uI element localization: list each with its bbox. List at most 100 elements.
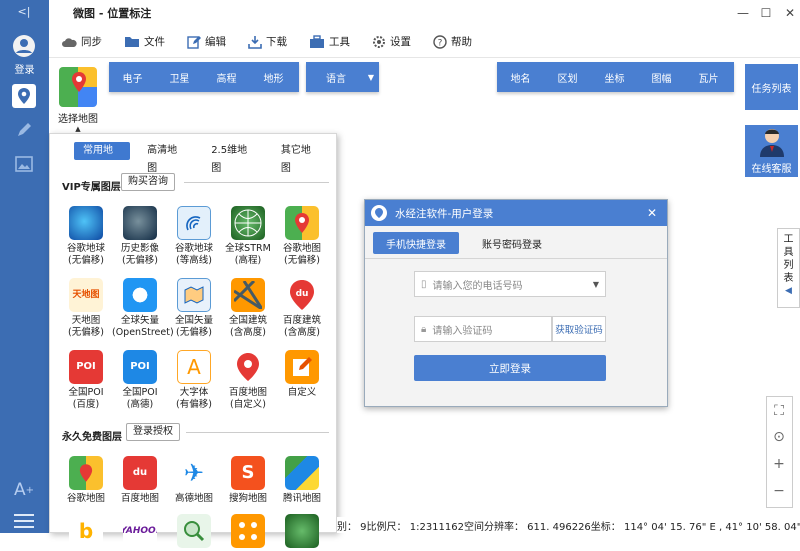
location-marker-icon[interactable] [12, 84, 36, 108]
user-avatar-icon[interactable] [12, 34, 36, 58]
get-code-button[interactable]: 获取验证码 [552, 316, 606, 342]
tab-phone-login[interactable]: 手机快捷登录 [373, 232, 459, 254]
poi-baidu-icon: POI [69, 350, 103, 384]
zoom-out-icon[interactable]: − [766, 478, 792, 504]
gear-icon [373, 35, 385, 48]
status-coordinates: 坐标： 114° 04' 15. 76" E , 41° 10' 58. 04"… [590, 521, 800, 533]
dialog-close-icon[interactable]: ✕ [647, 206, 657, 220]
collapse-sidebar-icon[interactable]: <| [12, 2, 36, 20]
draw-pencil-icon[interactable] [12, 118, 36, 142]
vip-item-custom[interactable]: 自定义 [274, 350, 330, 399]
title-bar: 微图 - 位置标注 — ☐ ✕ [49, 0, 800, 26]
close-icon[interactable]: ✕ [780, 4, 800, 22]
vip-item-poi-baidu[interactable]: POI 全国POI (百度) [58, 350, 114, 411]
divider [365, 258, 667, 259]
vip-item-openstreet[interactable]: 全球矢量 (OpenStreet) [112, 278, 174, 339]
world-globe-icon [285, 514, 319, 548]
language-button[interactable]: 语言 ▼ [306, 62, 379, 92]
dots-grid-icon [231, 514, 265, 548]
login-link[interactable]: 登录 [0, 61, 49, 76]
sogou-icon: S [231, 456, 265, 490]
verification-code-field[interactable]: 🔒︎ 请输入验证码 [414, 316, 552, 342]
app-logo-icon [371, 205, 387, 221]
select-map-button[interactable]: 选择地图 ▲ [56, 67, 100, 133]
vip-item-tianditu[interactable]: 天地图 天地图 (无偏移) [58, 278, 114, 339]
custom-edit-icon [285, 350, 319, 384]
image-icon[interactable] [12, 152, 36, 176]
baidu-custom-pin-icon [231, 350, 265, 384]
divider [186, 432, 329, 433]
status-bar: 别： 9 比例尺： 1:2311162 空间分辨率： 611. 496226 坐… [337, 517, 800, 533]
phone-icon: ▯ [421, 278, 427, 290]
map-type-satellite[interactable]: 卫星 [156, 70, 203, 85]
overlay-place-names[interactable]: 地名 [497, 70, 544, 85]
dropdown-arrow-icon[interactable]: ▼ [593, 280, 599, 289]
free-item-google-map[interactable]: 谷歌地图 [58, 456, 114, 505]
buildings-icon [231, 278, 265, 312]
vip-item-poi-gaode[interactable]: POI 全国POI (高德) [112, 350, 168, 411]
login-submit-button[interactable]: 立即登录 [414, 355, 606, 381]
tab-other-maps[interactable]: 其它地图 [272, 142, 328, 174]
bing-icon: b [69, 514, 103, 548]
zoom-in-icon[interactable]: + [766, 451, 792, 477]
free-item-sogou-map[interactable]: S 搜狗地图 [220, 456, 276, 505]
sync-button[interactable]: 同步 [61, 34, 102, 49]
tools-list-tab[interactable]: 工具列表 ◀ [777, 228, 800, 308]
vip-item-contour[interactable]: 谷歌地球 (等高线) [166, 206, 222, 267]
vip-item-national-buildings[interactable]: 全国建筑 (含高度) [220, 278, 276, 339]
chevron-left-icon: ◀ [785, 286, 792, 296]
vip-item-baidu-custom[interactable]: 百度地图 (自定义) [220, 350, 276, 411]
vip-item-strm[interactable]: 全球STRM (高程) [220, 206, 276, 267]
poi-gaode-icon: POI [123, 350, 157, 384]
map-type-electronic[interactable]: 电子 [109, 70, 156, 85]
overlay-coordinates[interactable]: 坐标 [591, 70, 638, 85]
online-service-button[interactable]: 在线客服 [745, 125, 798, 177]
buy-consult-button[interactable]: 购买咨询 [121, 173, 175, 191]
baidu-pin-icon: du [285, 278, 319, 312]
vip-item-history-imagery[interactable]: 历史影像 (无偏移) [112, 206, 168, 267]
big-font-icon: A [177, 350, 211, 384]
vip-item-national-vector[interactable]: 全国矢量 (无偏移) [166, 278, 222, 339]
globe-history-icon [123, 206, 157, 240]
settings-button[interactable]: 设置 [372, 34, 411, 49]
minimize-icon[interactable]: — [733, 4, 753, 22]
overlay-districts[interactable]: 区划 [544, 70, 591, 85]
map-type-elevation[interactable]: 高程 [203, 70, 250, 85]
vip-item-baidu-buildings[interactable]: du 百度建筑 (含高度) [274, 278, 330, 339]
vip-item-google-map[interactable]: 谷歌地图 (无偏移) [274, 206, 330, 267]
overlay-tiles[interactable]: 瓦片 [685, 70, 732, 85]
tab-common-maps[interactable]: 常用地图 [74, 142, 131, 174]
vip-item-big-font[interactable]: A 大字体 (有偏移) [166, 350, 222, 411]
vip-item-google-earth[interactable]: 谷歌地球 (无偏移) [58, 206, 114, 267]
tools-menu-button[interactable]: 工具 [309, 34, 350, 49]
dialog-title: 水经注软件-用户登录 [395, 207, 494, 220]
tab-hd-maps[interactable]: 高清地图 [138, 142, 194, 174]
menu-icon[interactable] [12, 509, 36, 533]
fullscreen-icon[interactable]: ⛶ [766, 398, 792, 424]
free-item-tencent-map[interactable]: 腾讯地图 [274, 456, 330, 505]
overlay-sheets[interactable]: 图幅 [638, 70, 685, 85]
free-item-baidu-map[interactable]: du 百度地图 [112, 456, 168, 505]
tab-password-login[interactable]: 账号密码登录 [467, 232, 557, 254]
task-list-button[interactable]: 任务列表 [745, 64, 798, 110]
google-map-icon [69, 456, 103, 490]
vip-section-title: VIP专属图层 [62, 182, 121, 193]
text-tool-icon[interactable]: A + [12, 478, 36, 502]
tianditu-logo-icon: 天地图 [69, 278, 103, 312]
map-type-terrain[interactable]: 地形 [250, 70, 297, 85]
gaode-plane-icon: ✈ [177, 456, 211, 490]
google-map-pin-icon [285, 206, 319, 240]
maximize-icon[interactable]: ☐ [756, 4, 776, 22]
help-button[interactable]: ? 帮助 [433, 34, 472, 49]
tab-25d-maps[interactable]: 2.5维地图 [202, 142, 264, 174]
edit-menu-button[interactable]: 编辑 [187, 34, 226, 49]
free-item-gaode-map[interactable]: ✈ 高德地图 [166, 456, 222, 505]
dialog-header: 水经注软件-用户登录 ✕ [365, 200, 667, 226]
phone-number-field[interactable]: ▯ 请输入您的电话号码 ▼ [414, 271, 606, 297]
main-toolbar: 同步 文件 编辑 下载 工具 设置 ? 帮助 [49, 26, 800, 58]
download-button[interactable]: 下载 [248, 34, 287, 49]
free-section-title: 永久免费图层 [62, 432, 122, 443]
login-authorize-button[interactable]: 登录授权 [126, 423, 180, 441]
file-menu-button[interactable]: 文件 [124, 34, 165, 49]
locate-icon[interactable]: ⊙ [766, 424, 792, 450]
